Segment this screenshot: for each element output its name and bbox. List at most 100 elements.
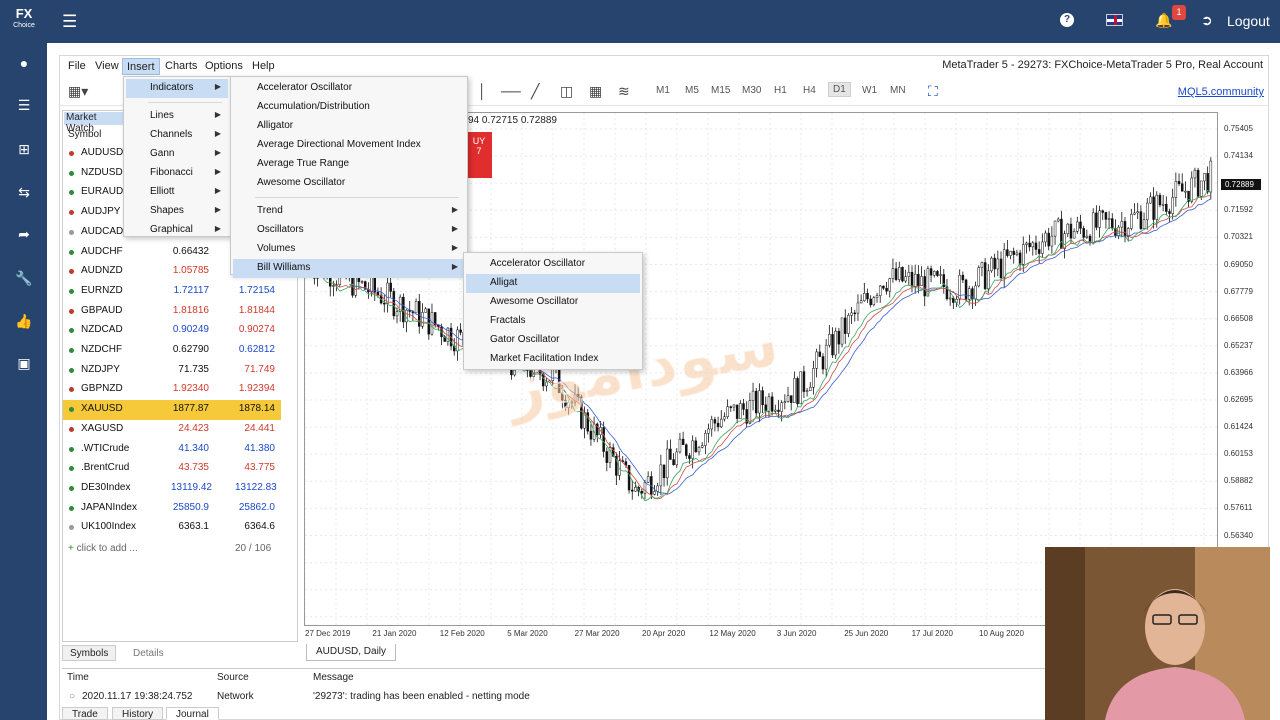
candle-body bbox=[1142, 219, 1146, 229]
brand-logo[interactable]: FX Choice bbox=[8, 7, 40, 34]
market-watch-row[interactable]: DE30Index 13119.42 13122.83 bbox=[63, 479, 281, 499]
journal-col-message[interactable]: Message bbox=[313, 672, 354, 683]
menu-view[interactable]: View bbox=[91, 58, 123, 75]
monitor-icon[interactable]: ▣ bbox=[12, 353, 36, 373]
submenu-arrow-icon: ▶ bbox=[214, 129, 221, 138]
symbol-column-header[interactable]: Symbol bbox=[68, 129, 101, 140]
market-watch-row[interactable]: .BrentCrud 43.735 43.775 bbox=[63, 459, 281, 479]
tab-history[interactable]: History bbox=[112, 707, 164, 720]
menu-insert[interactable]: Insert bbox=[122, 58, 160, 75]
market-watch-row[interactable]: JAPANIndex 25850.9 25862.0 bbox=[63, 499, 281, 519]
market-watch-row[interactable]: NZDCHF 0.62790 0.62812 bbox=[63, 341, 281, 361]
timeframe-m15[interactable]: M15 bbox=[711, 85, 730, 96]
menu-item-trend[interactable]: Trend ▶ bbox=[233, 202, 465, 221]
trendline-icon[interactable]: ╱ bbox=[531, 83, 539, 100]
journal-col-source[interactable]: Source bbox=[217, 672, 249, 683]
tab-trade[interactable]: Trade bbox=[62, 707, 108, 720]
tab-symbols[interactable]: Symbols bbox=[62, 645, 117, 661]
menu-item-oscillators[interactable]: Oscillators ▶ bbox=[233, 221, 465, 240]
market-watch-row[interactable]: XAGUSD 24.423 24.441 bbox=[63, 420, 281, 440]
market-watch-row[interactable]: NZDCAD 0.90249 0.90274 bbox=[63, 321, 281, 341]
menu-item-bill-williams[interactable]: Bill Williams ▶ bbox=[233, 259, 465, 278]
menu-item-graphical[interactable]: Graphical ▶ bbox=[126, 221, 228, 240]
candle-body bbox=[433, 312, 437, 326]
menu-item-lines[interactable]: Lines ▶ bbox=[126, 107, 228, 126]
timeframe-m5[interactable]: M5 bbox=[685, 85, 699, 96]
menu-item-market-facilitation-index[interactable]: Market Facilitation Index bbox=[466, 350, 640, 369]
user-icon[interactable]: ● bbox=[12, 53, 36, 73]
market-watch-row[interactable]: GBPAUD 1.81816 1.81844 bbox=[63, 302, 281, 322]
tab-details[interactable]: Details bbox=[125, 645, 172, 661]
list-icon[interactable]: ☰ bbox=[12, 95, 36, 115]
tab-journal[interactable]: Journal bbox=[166, 707, 219, 720]
help-icon[interactable]: ? bbox=[1060, 13, 1074, 27]
menu-item-elliott[interactable]: Elliott ▶ bbox=[126, 183, 228, 202]
menu-item-accumulation-distribution[interactable]: Accumulation/Distribution bbox=[233, 98, 465, 117]
menu-item-indicators[interactable]: Indicators ▶ bbox=[126, 79, 228, 98]
vertical-line-icon[interactable]: │ bbox=[478, 83, 487, 99]
menu-charts[interactable]: Charts bbox=[161, 58, 201, 75]
menu-item-alligator[interactable]: Alligat bbox=[466, 274, 640, 293]
menu-item-accelerator-oscillator[interactable]: Accelerator Oscillator bbox=[233, 79, 465, 98]
bid-price: 41.340 bbox=[178, 442, 209, 454]
thumbs-up-icon[interactable]: 👍 bbox=[12, 311, 36, 331]
menu-file[interactable]: File bbox=[64, 58, 90, 75]
candle-body bbox=[812, 368, 815, 388]
timeframe-m1[interactable]: M1 bbox=[656, 85, 670, 96]
journal-col-time[interactable]: Time bbox=[67, 672, 89, 683]
menu-options[interactable]: Options bbox=[201, 58, 247, 75]
candle-body bbox=[748, 400, 752, 424]
logout-button[interactable]: Logout bbox=[1227, 13, 1270, 29]
market-watch-row[interactable]: .WTICrude 41.340 41.380 bbox=[63, 440, 281, 460]
menu-item-gann[interactable]: Gann ▶ bbox=[126, 145, 228, 164]
price-tick-label: 0.61424 bbox=[1224, 422, 1253, 432]
menu-item-average-true-range[interactable]: Average True Range bbox=[233, 155, 465, 174]
buy-button[interactable]: UY 7 bbox=[466, 132, 492, 178]
chart-tab-audusd[interactable]: AUDUSD, Daily bbox=[306, 644, 397, 661]
menu-item-label: Average Directional Movement Index bbox=[257, 139, 421, 150]
market-watch-row[interactable]: UK100Index 6363.1 6364.6 bbox=[63, 518, 281, 538]
timeframe-h1[interactable]: H1 bbox=[774, 85, 787, 96]
market-watch-row[interactable]: NZDJPY 71.735 71.749 bbox=[63, 361, 281, 381]
menu-item-fibonacci[interactable]: Fibonacci ▶ bbox=[126, 164, 228, 183]
menu-item-accelerator-oscillator[interactable]: Accelerator Oscillator bbox=[466, 255, 640, 274]
menu-item-gator-oscillator[interactable]: Gator Oscillator bbox=[466, 331, 640, 350]
bid-price: 6363.1 bbox=[178, 521, 209, 533]
market-watch-row[interactable]: EURNZD 1.72117 1.72154 bbox=[63, 282, 281, 302]
menu-item-awesome-oscillator[interactable]: Awesome Oscillator bbox=[466, 293, 640, 312]
menu-item-volumes[interactable]: Volumes ▶ bbox=[233, 240, 465, 259]
mql5-community-link[interactable]: MQL5.community bbox=[1178, 86, 1264, 98]
plus-square-icon[interactable]: ⊞ bbox=[12, 139, 36, 159]
timeframe-mn[interactable]: MN bbox=[890, 85, 906, 96]
timeframe-d1[interactable]: D1 bbox=[828, 82, 851, 97]
wrench-icon[interactable]: 🔧 bbox=[12, 268, 36, 288]
menu-item-channels[interactable]: Channels ▶ bbox=[126, 126, 228, 145]
share-arrow-icon[interactable]: ➦ bbox=[12, 224, 36, 244]
fibonacci-icon[interactable]: ≋ bbox=[618, 83, 630, 100]
text-label-icon[interactable]: ◫ bbox=[560, 83, 573, 100]
candle-body bbox=[713, 419, 717, 424]
menu-help[interactable]: Help bbox=[248, 58, 279, 75]
market-watch-row[interactable]: XAUUSD 1877.87 1878.14 bbox=[63, 400, 281, 420]
candle-body bbox=[847, 315, 850, 334]
menu-item-alligator[interactable]: Alligator bbox=[233, 117, 465, 136]
timeframe-h4[interactable]: H4 bbox=[803, 85, 816, 96]
logout-icon[interactable]: ➲ bbox=[1201, 12, 1213, 29]
timeframe-m30[interactable]: M30 bbox=[742, 85, 761, 96]
transfer-icon[interactable]: ⇆ bbox=[12, 182, 36, 202]
menu-item-awesome-oscillator[interactable]: Awesome Oscillator bbox=[233, 174, 465, 193]
fullscreen-icon[interactable]: ⛶ bbox=[928, 83, 938, 100]
new-chart-icon[interactable]: ▦▾ bbox=[68, 83, 88, 100]
bell-icon[interactable]: 🔔 bbox=[1155, 12, 1172, 29]
menu-item-fractals[interactable]: Fractals bbox=[466, 312, 640, 331]
horizontal-line-icon[interactable]: ── bbox=[501, 83, 521, 99]
market-watch-row[interactable]: GBPNZD 1.92340 1.92394 bbox=[63, 380, 281, 400]
menu-item-average-directional-movement-index[interactable]: Average Directional Movement Index bbox=[233, 136, 465, 155]
grid-icon[interactable]: ▦ bbox=[589, 83, 602, 100]
bid-price: 0.66432 bbox=[172, 245, 209, 257]
timeframe-w1[interactable]: W1 bbox=[862, 85, 877, 96]
hamburger-menu-icon[interactable]: ☰ bbox=[62, 12, 77, 32]
language-flag-icon[interactable] bbox=[1106, 14, 1123, 26]
menu-item-shapes[interactable]: Shapes ▶ bbox=[126, 202, 228, 221]
add-symbol-link[interactable]: + click to add ... bbox=[68, 543, 138, 554]
